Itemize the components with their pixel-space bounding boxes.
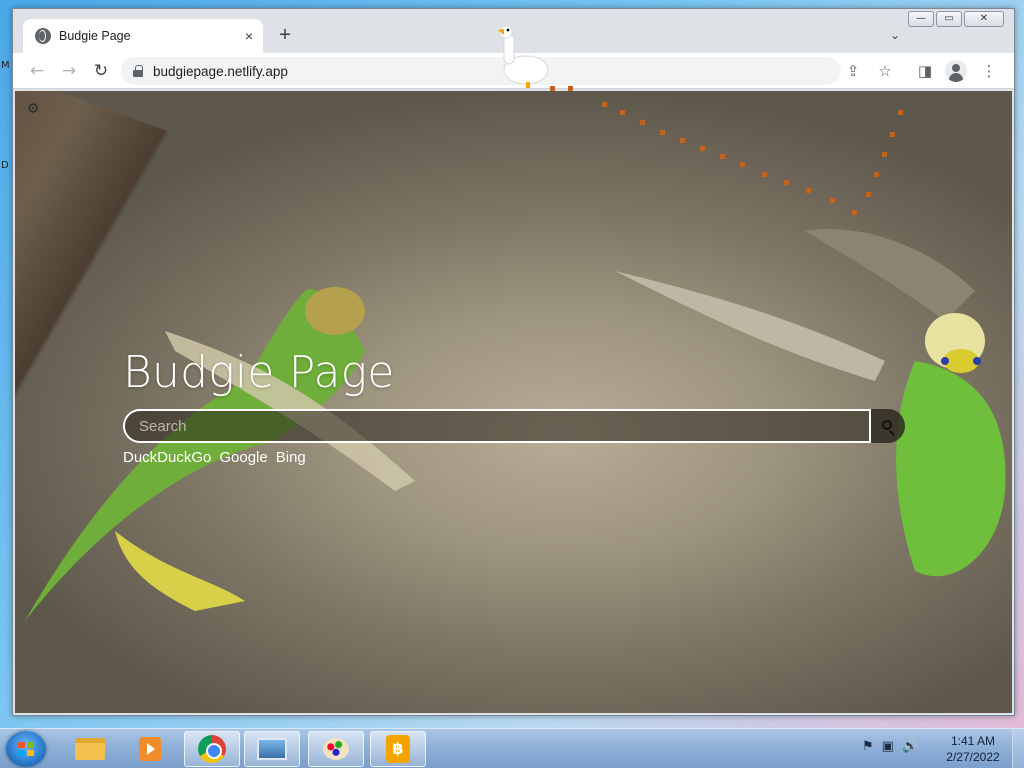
action-center-flag-icon[interactable]: ⚑ [862, 739, 874, 754]
search-form [123, 409, 905, 443]
tab-budgie-page[interactable]: Budgie Page × [23, 19, 263, 53]
engine-link-duckduckgo[interactable]: DuckDuckGo [123, 449, 211, 466]
desktop-edge-letter: M [1, 60, 10, 71]
photo-viewer-icon [257, 738, 287, 760]
taskbar-app-chrome[interactable] [184, 731, 240, 767]
bookmark-star-icon[interactable]: ☆ [875, 61, 895, 81]
window-controls: — ▭ ✕ [908, 11, 1004, 27]
side-panel-icon[interactable]: ◨ [915, 61, 935, 81]
close-window-button[interactable]: ✕ [964, 11, 1004, 27]
budgie-icon: ฿ [386, 735, 410, 763]
search-engine-links: DuckDuckGo Google Bing [123, 449, 306, 466]
taskbar-app-budgie[interactable]: ฿ [370, 731, 426, 767]
reload-button[interactable]: ↻ [89, 59, 113, 83]
minimize-button[interactable]: — [908, 11, 934, 27]
profile-avatar[interactable] [945, 60, 967, 82]
search-button[interactable] [871, 409, 905, 443]
desktop-edge: M D [0, 60, 10, 700]
paint-icon [323, 738, 349, 760]
search-input[interactable] [123, 409, 871, 443]
globe-icon [35, 28, 51, 44]
clock-time: 1:41 AM [950, 734, 996, 748]
tab-search-button[interactable]: ⌄ [885, 25, 905, 45]
start-button[interactable] [6, 731, 46, 767]
show-desktop-button[interactable] [1012, 729, 1024, 768]
engine-link-bing[interactable]: Bing [276, 449, 306, 466]
forward-button[interactable]: → [57, 59, 81, 83]
taskbar-app-paint[interactable] [308, 731, 364, 767]
back-button[interactable]: ← [25, 59, 49, 83]
tab-close-icon[interactable]: × [245, 28, 253, 44]
page-title: Budgie Page [123, 347, 395, 398]
engine-link-google[interactable]: Google [219, 449, 267, 466]
chrome-icon [198, 735, 226, 763]
desktop-edge-letter: D [1, 160, 9, 171]
browser-menu-icon[interactable]: ⋮ [979, 61, 999, 81]
system-tray: ⚑ ▣ 🔊 [862, 739, 918, 754]
taskbar: ฿ ⚑ ▣ 🔊 1:41 AM 2/27/2022 [0, 728, 1024, 768]
url-text: budgiepage.netlify.app [153, 63, 288, 79]
budgie-page: ⚙ Budgie Page DuckDuckGo Google Bing [15, 91, 1012, 713]
taskbar-app-media-player[interactable] [122, 731, 178, 767]
search-icon [882, 420, 892, 430]
taskbar-clock[interactable]: 1:41 AM 2/27/2022 [944, 733, 1002, 765]
network-icon[interactable]: ▣ [882, 739, 894, 754]
taskbar-app-file-explorer[interactable] [62, 731, 118, 767]
media-player-icon [139, 737, 161, 761]
volume-icon[interactable]: 🔊 [902, 739, 918, 754]
clock-date: 2/27/2022 [946, 750, 1000, 764]
folder-icon [75, 738, 105, 760]
new-tab-button[interactable]: + [273, 24, 297, 48]
maximize-button[interactable]: ▭ [936, 11, 962, 27]
gear-icon[interactable]: ⚙ [25, 101, 41, 117]
address-bar[interactable]: budgiepage.netlify.app [121, 57, 841, 85]
taskbar-app-photo-viewer[interactable] [244, 731, 300, 767]
desktop-goose-image [498, 25, 549, 88]
tab-title: Budgie Page [59, 29, 131, 43]
share-icon[interactable]: ⇪ [843, 61, 863, 81]
browser-window: Budgie Page × + ⌄ — ▭ ✕ ← → ↻ budgiepage… [12, 8, 1015, 716]
lock-icon[interactable] [133, 65, 143, 77]
